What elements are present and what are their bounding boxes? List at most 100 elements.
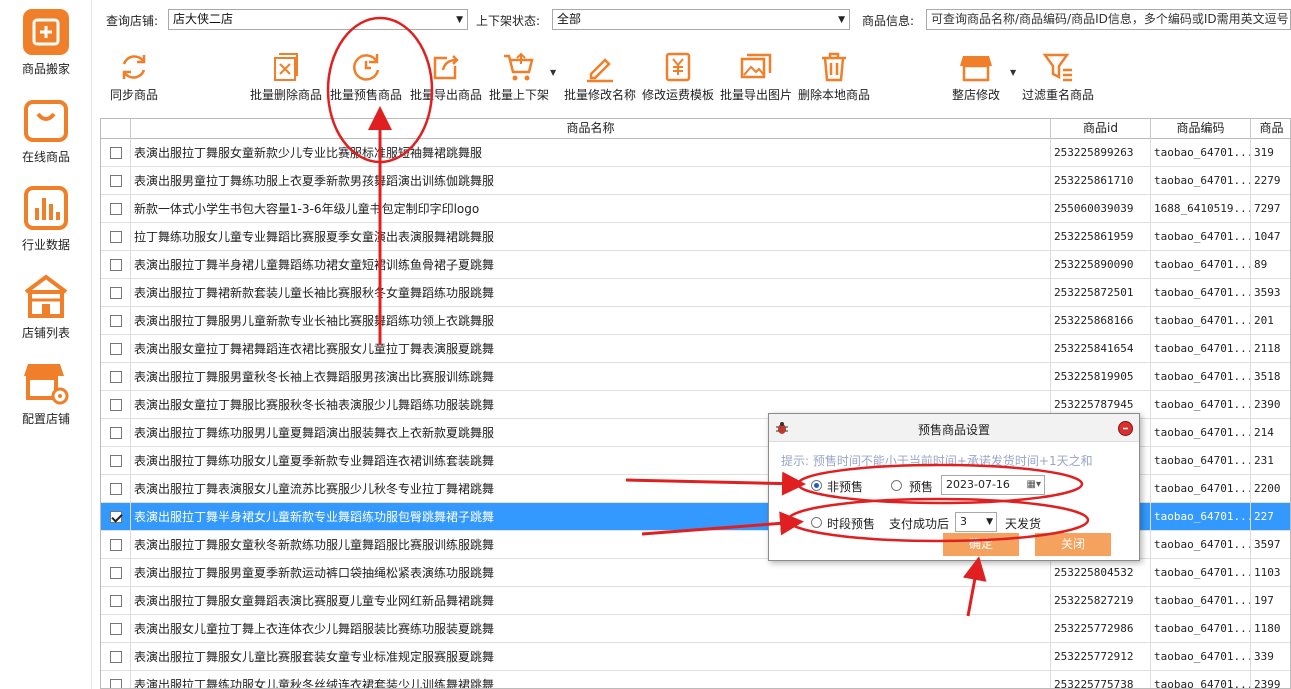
- product-id-cell: 253225772986: [1051, 615, 1151, 643]
- sidebar-item-product-move[interactable]: 商品搬家: [0, 8, 92, 77]
- header-product-extra[interactable]: 商品: [1251, 119, 1290, 139]
- status-filter-label: 上下架状态:: [476, 14, 541, 28]
- row-checkbox[interactable]: [110, 623, 122, 635]
- delete-local-button[interactable]: 删除本地商品: [796, 50, 872, 103]
- radio-period-presale[interactable]: [811, 517, 822, 528]
- shop-edit-dropdown-icon[interactable]: ▼: [1010, 68, 1016, 77]
- product-name-cell: 表演出服女童拉丁舞裙舞蹈连衣裙比赛服女儿童拉丁舞表演服夏跳舞: [131, 335, 1051, 363]
- row-checkbox[interactable]: [110, 427, 122, 439]
- product-extra-cell: 2118: [1254, 342, 1281, 355]
- header-product-id[interactable]: 商品id: [1051, 119, 1151, 139]
- batch-shelf-button[interactable]: 批量上下架: [484, 50, 554, 103]
- table-row[interactable]: 表演出服女儿童拉丁舞上衣连体衣少儿舞蹈服装比赛练功服装夏跳舞 2532257729…: [101, 615, 1290, 643]
- row-checkbox[interactable]: [110, 567, 122, 579]
- table-row[interactable]: 表演出服拉丁舞半身裙儿童舞蹈练功裙女童短裙训练鱼骨裙子夏跳舞 2532258900…: [101, 251, 1290, 279]
- row-checkbox-cell: [101, 503, 131, 531]
- chevron-down-icon: ▼: [986, 517, 993, 527]
- product-code-cell: taobao_64701...: [1151, 643, 1251, 671]
- app-window: 商品搬家 在线商品 行业数据 店铺列表 配置店铺 查询店铺: 店大侠二店 ▼ 上…: [0, 0, 1291, 689]
- row-checkbox[interactable]: [110, 343, 122, 355]
- batch-presale-button[interactable]: 批量预售商品: [328, 50, 404, 103]
- batch-rename-button[interactable]: 批量修改名称: [562, 50, 638, 103]
- sync-icon: [122, 55, 146, 79]
- row-checkbox[interactable]: [110, 483, 122, 495]
- table-row[interactable]: 表演出服拉丁舞服女童新款少儿专业比赛服标准服短袖舞裙跳舞服 25322589926…: [101, 139, 1290, 167]
- product-id-cell: 253225775738: [1051, 671, 1151, 688]
- radio-no-presale-label: 非预售: [827, 480, 864, 494]
- shop-select[interactable]: 店大侠二店 ▼: [168, 9, 468, 30]
- row-checkbox[interactable]: [110, 287, 122, 299]
- presale-date-picker[interactable]: 2023-07-16 ▦▾: [941, 475, 1045, 495]
- row-checkbox[interactable]: [110, 539, 122, 551]
- product-code-cell: taobao_64701...: [1151, 531, 1251, 559]
- sidebar-item-industry-data[interactable]: 行业数据: [0, 184, 92, 253]
- table-row[interactable]: 表演出服拉丁舞练功服女儿童秋冬丝绒连衣裙套装少儿训练舞裙跳舞 2532257757…: [101, 671, 1290, 688]
- table-row[interactable]: 表演出服拉丁舞服女童舞蹈表演比赛服夏儿童专业网红新品舞裙跳舞 2532258272…: [101, 587, 1290, 615]
- sidebar-item-online-products[interactable]: 在线商品: [0, 96, 92, 165]
- row-checkbox[interactable]: [110, 455, 122, 467]
- header-checkbox-col: [101, 119, 131, 139]
- table-row[interactable]: 表演出服拉丁舞裙新款套装儿童长袖比赛服秋冬女童舞蹈练功服跳舞 2532258725…: [101, 279, 1290, 307]
- row-checkbox-cell: [101, 587, 131, 615]
- radio-no-presale[interactable]: [811, 480, 822, 491]
- header-product-code[interactable]: 商品编码: [1151, 119, 1251, 139]
- product-extra-cell: 7297: [1254, 202, 1281, 215]
- row-checkbox[interactable]: [110, 651, 122, 663]
- header-product-name[interactable]: 商品名称: [131, 119, 1051, 139]
- edit-shipping-template-label: 修改运费模板: [641, 88, 714, 102]
- row-checkbox[interactable]: [110, 175, 122, 187]
- product-name-cell: 拉丁舞练功服女儿童专业舞蹈比赛服夏季女童演出表演服舞裙跳舞服: [131, 223, 1051, 251]
- filter-duplicates-button[interactable]: 过滤重名商品: [1020, 50, 1096, 103]
- shop-edit-button[interactable]: 整店修改: [948, 50, 1004, 103]
- batch-delete-label: 批量删除商品: [249, 88, 322, 102]
- close-button[interactable]: 关闭: [1035, 533, 1111, 556]
- product-info-input[interactable]: 可查询商品名称/商品编码/商品ID信息，多个编码或ID需用英文逗号: [926, 9, 1291, 30]
- product-code-cell: taobao_64701...: [1151, 587, 1251, 615]
- product-code-cell: taobao_64701...: [1151, 503, 1251, 531]
- table-row[interactable]: 表演出服拉丁舞服男童夏季新款运动裤口袋抽绳松紧表演练功服跳舞 2532258045…: [101, 559, 1290, 587]
- dialog-titlebar[interactable]: 预售商品设置: [769, 414, 1139, 442]
- shelf-dropdown-icon[interactable]: ▼: [550, 68, 556, 77]
- row-checkbox-cell: [101, 559, 131, 587]
- sidebar-item-config-shop[interactable]: 配置店铺: [0, 358, 92, 427]
- row-checkbox[interactable]: [110, 259, 122, 271]
- edit-shipping-template-button[interactable]: 修改运费模板: [640, 50, 716, 103]
- batch-export-images-button[interactable]: 批量导出图片: [718, 50, 794, 103]
- ship-days-select[interactable]: 3 ▼: [955, 512, 997, 532]
- table-row[interactable]: 表演出服女童拉丁舞裙舞蹈连衣裙比赛服女儿童拉丁舞表演服夏跳舞 2532258416…: [101, 335, 1290, 363]
- close-icon[interactable]: [1118, 421, 1133, 436]
- batch-export-images-label: 批量导出图片: [719, 88, 792, 102]
- batch-export-label: 批量导出商品: [409, 88, 482, 102]
- row-checkbox[interactable]: [110, 203, 122, 215]
- dialog-title: 预售商品设置: [917, 423, 990, 437]
- sync-products-button[interactable]: 同步商品: [106, 50, 162, 103]
- product-extra-cell: 339: [1254, 650, 1274, 663]
- table-row[interactable]: 表演出服拉丁舞服女儿童比赛服套装女童专业标准规定服赛服夏跳舞 2532257729…: [101, 643, 1290, 671]
- product-extra-cell: 1180: [1254, 622, 1281, 635]
- table-row[interactable]: 表演出服拉丁舞服男童秋冬长袖上衣舞蹈服男孩演出比赛服训练跳舞 2532258199…: [101, 363, 1290, 391]
- status-select[interactable]: 全部 ▼: [552, 9, 850, 30]
- table-row[interactable]: 拉丁舞练功服女儿童专业舞蹈比赛服夏季女童演出表演服舞裙跳舞服 2532258619…: [101, 223, 1290, 251]
- sidebar-item-shop-list[interactable]: 店铺列表: [0, 272, 92, 341]
- batch-delete-button[interactable]: 批量删除商品: [248, 50, 324, 103]
- row-checkbox[interactable]: [110, 511, 122, 523]
- row-checkbox[interactable]: [110, 679, 122, 688]
- row-checkbox[interactable]: [110, 147, 122, 159]
- delete-doc-icon: [274, 53, 298, 81]
- row-checkbox[interactable]: [110, 315, 122, 327]
- row-checkbox[interactable]: [110, 399, 122, 411]
- batch-export-button[interactable]: 批量导出商品: [408, 50, 484, 103]
- table-row[interactable]: 新款一体式小学生书包大容量1-3-6年级儿童书包定制印字印logo 2550600…: [101, 195, 1290, 223]
- table-row[interactable]: 表演出服男童拉丁舞练功服上衣夏季新款男孩舞蹈演出训练伽跳舞服 2532258617…: [101, 167, 1290, 195]
- table-row[interactable]: 表演出服拉丁舞服男儿童新款专业长袖比赛服舞蹈练功领上衣跳舞服 2532258681…: [101, 307, 1290, 335]
- product-code-cell: taobao_64701...: [1151, 167, 1251, 195]
- product-name-cell: 表演出服拉丁舞服男儿童新款专业长袖比赛服舞蹈练功领上衣跳舞服: [131, 307, 1051, 335]
- row-checkbox[interactable]: [110, 231, 122, 243]
- product-extra-cell: 201: [1254, 314, 1274, 327]
- product-id-cell: 253225819905: [1051, 363, 1151, 391]
- bar-chart-icon: [24, 186, 68, 230]
- row-checkbox[interactable]: [110, 371, 122, 383]
- confirm-button[interactable]: 确定: [943, 533, 1019, 556]
- radio-presale[interactable]: [891, 480, 902, 491]
- row-checkbox[interactable]: [110, 595, 122, 607]
